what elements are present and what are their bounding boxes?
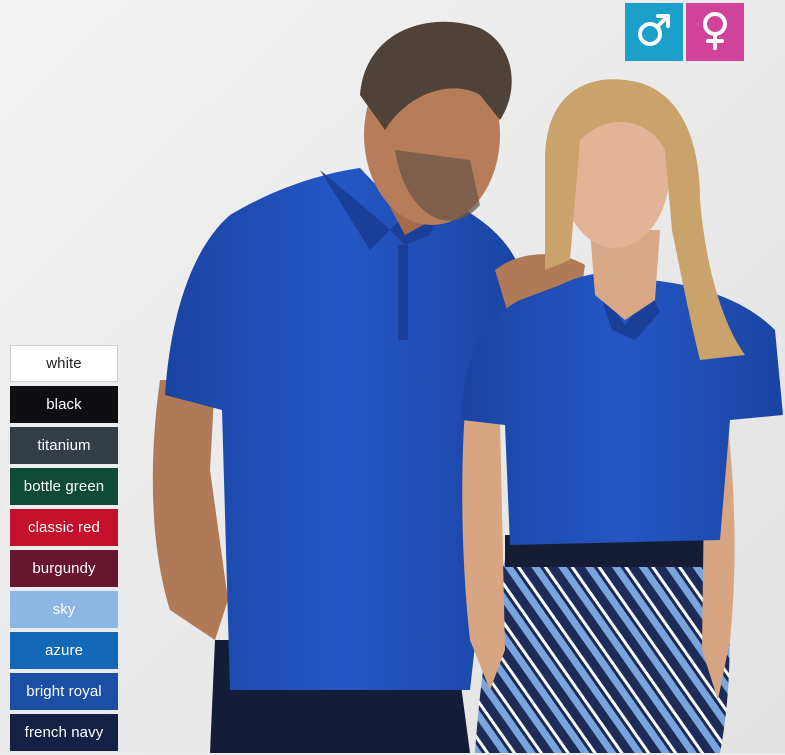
colour-swatch-burgundy[interactable]: burgundy [10,550,118,587]
colour-swatch-titanium[interactable]: titanium [10,427,118,464]
colour-swatch-white[interactable]: white [10,345,118,382]
colour-swatch-bright-royal[interactable]: bright royal [10,673,118,710]
colour-swatch-list: white black titanium bottle green classic re… [10,345,118,755]
male-filter-button[interactable] [625,3,683,61]
colour-swatch-french-navy[interactable]: french navy [10,714,118,751]
colour-swatch-black[interactable]: black [10,386,118,423]
female-filter-button[interactable] [686,3,744,61]
female-symbol-icon [695,10,735,55]
colour-swatch-bottle-green[interactable]: bottle green [10,468,118,505]
colour-swatch-sky[interactable]: sky [10,591,118,628]
colour-swatch-azure[interactable]: azure [10,632,118,669]
male-symbol-icon [634,10,674,55]
colour-swatch-classic-red[interactable]: classic red [10,509,118,546]
